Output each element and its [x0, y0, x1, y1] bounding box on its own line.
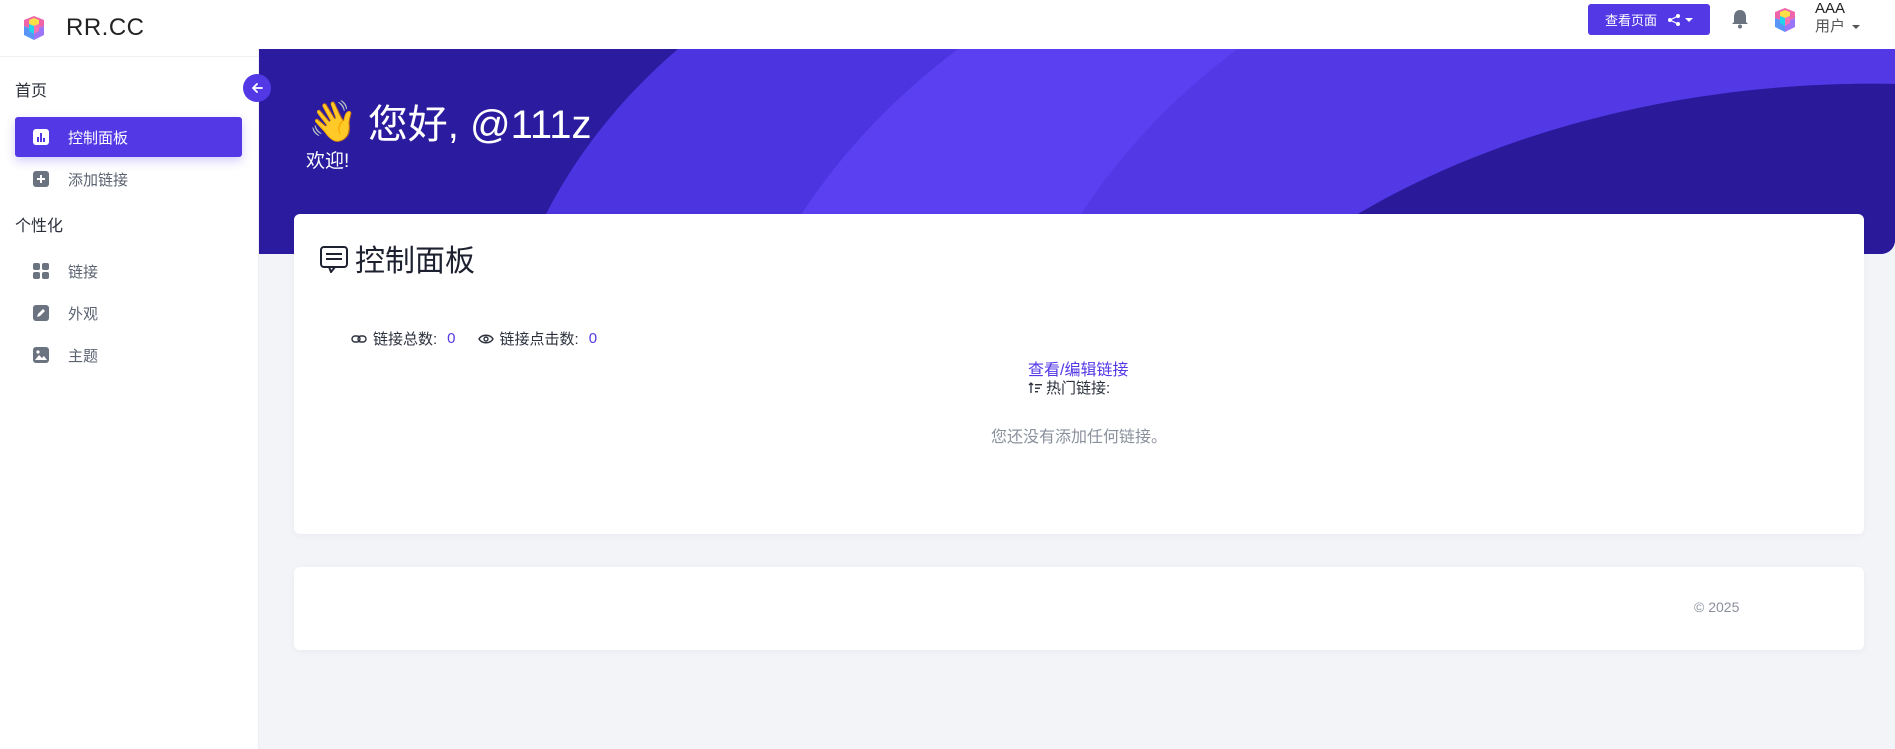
- link-clicks-label: 链接点击数:: [499, 331, 579, 348]
- greeting: 👋 您好, @111z: [308, 92, 591, 150]
- page-title-text: 控制面板: [355, 245, 475, 278]
- eye-icon: [477, 333, 494, 345]
- share-icon: [1667, 13, 1681, 27]
- user-menu[interactable]: AAA 用户: [1815, 0, 1845, 36]
- footer: © 2025: [294, 567, 1864, 650]
- brand-logo-icon: [1775, 8, 1795, 32]
- sidebar-item-label: 控制面板: [68, 129, 129, 147]
- sidebar-collapse-button[interactable]: [243, 74, 271, 102]
- image-icon: [32, 346, 50, 364]
- sidebar-item-theme[interactable]: 主题: [15, 335, 242, 375]
- topbar: 查看页面 AAA 用户: [258, 0, 1895, 49]
- hot-links-heading: 热门链接:: [1028, 377, 1110, 398]
- brand-logo-icon: [24, 16, 44, 40]
- sidebar-item-label: 主题: [68, 347, 99, 365]
- page-title: 控制面板: [319, 236, 475, 280]
- nav-section-home: 首页: [15, 83, 48, 100]
- sidebar-item-appearance[interactable]: 外观: [15, 293, 242, 333]
- nav-section-personal: 个性化: [15, 218, 64, 235]
- sidebar: RR.CC 首页 控制面板 添加链接 个性化 链接 外观 主题: [0, 0, 259, 749]
- total-links-label: 链接总数:: [373, 331, 438, 348]
- chevron-down-icon[interactable]: [1852, 17, 1860, 35]
- user-role: 用户: [1815, 18, 1846, 35]
- view-page-button[interactable]: 查看页面: [1588, 4, 1710, 35]
- chevron-down-icon: [1685, 17, 1694, 23]
- sidebar-item-label: 链接: [68, 263, 99, 281]
- chart-icon: [32, 128, 50, 146]
- message-square-icon: [320, 246, 348, 273]
- arrow-left-icon: [252, 83, 263, 93]
- greeting-text: 您好, @111z: [367, 103, 592, 147]
- link-icon: [351, 334, 367, 344]
- hot-links-label: 热门链接:: [1046, 380, 1111, 397]
- sidebar-item-label: 添加链接: [68, 171, 129, 189]
- copyright-text: © 2025: [1694, 599, 1740, 615]
- edit-icon: [32, 304, 50, 322]
- dashboard-card: 控制面板 链接总数: 0 链接点击数: 0 查看/编辑链接 热门链接: 您还没有…: [294, 214, 1864, 534]
- sidebar-item-label: 外观: [68, 305, 99, 323]
- welcome-text: 欢迎!: [306, 151, 350, 172]
- sidebar-item-dashboard[interactable]: 控制面板: [15, 117, 242, 157]
- view-page-label: 查看页面: [1605, 13, 1658, 28]
- avatar[interactable]: [1771, 6, 1799, 39]
- total-links-value: 0: [447, 330, 456, 347]
- sort-icon: [1028, 381, 1042, 394]
- user-name: AAA: [1815, 0, 1846, 17]
- link-clicks-value: 0: [588, 330, 598, 347]
- grid-icon: [32, 262, 50, 280]
- wave-emoji: 👋: [308, 99, 358, 144]
- brand-name: RR.CC: [66, 14, 145, 41]
- sidebar-item-add-link[interactable]: 添加链接: [15, 159, 242, 199]
- sidebar-item-links[interactable]: 链接: [15, 251, 242, 291]
- brand[interactable]: RR.CC: [0, 0, 258, 57]
- plus-square-icon: [32, 170, 50, 188]
- bell-icon[interactable]: [1731, 9, 1749, 34]
- empty-state-message: 您还没有添加任何链接。: [991, 429, 1168, 446]
- stats-row: 链接总数: 0 链接点击数: 0: [351, 328, 619, 349]
